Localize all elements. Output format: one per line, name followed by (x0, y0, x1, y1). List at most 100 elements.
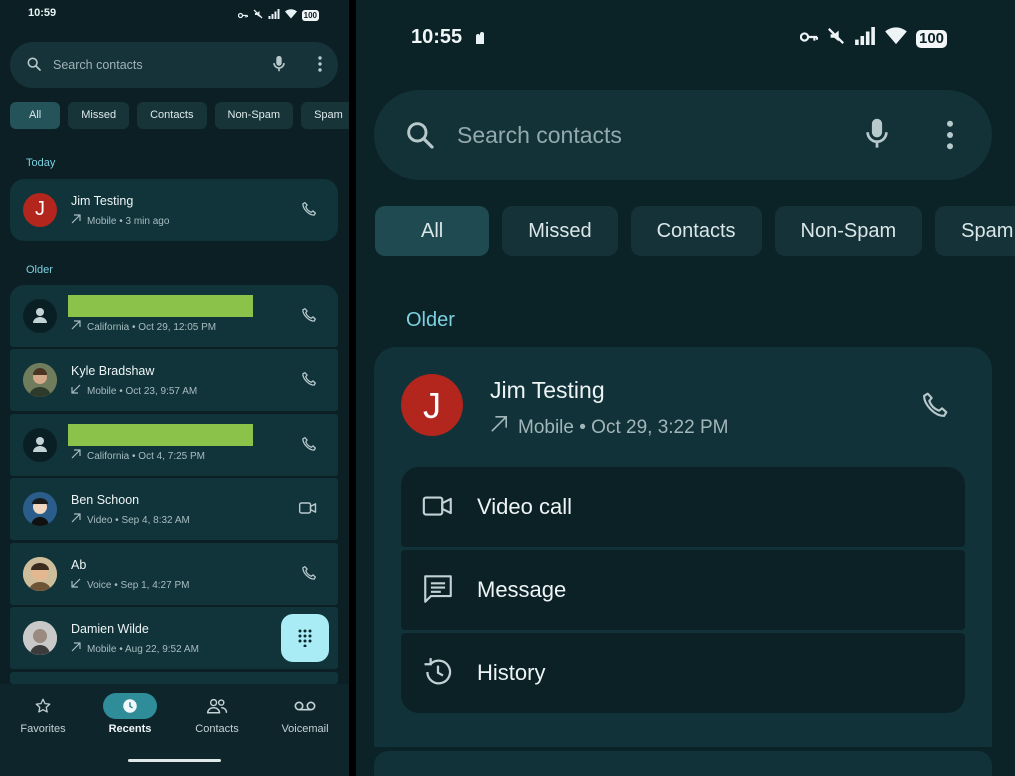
avatar (23, 621, 57, 655)
chip-spam[interactable]: Spam (301, 102, 349, 129)
call-detail: Mobile • Oct 29, 3:22 PM (518, 417, 729, 438)
contacts-icon (206, 698, 228, 714)
search-bar[interactable]: Search contacts (10, 42, 338, 88)
avatar (23, 363, 57, 397)
contact-name: Jim Testing (490, 377, 605, 403)
notification-icon (474, 31, 486, 50)
chip-missed[interactable]: Missed (68, 102, 130, 129)
call-detail: Video • Sep 4, 8:32 AM (87, 515, 190, 526)
contact-name: Ab (71, 558, 87, 572)
chip-spam[interactable]: Spam (935, 206, 1015, 256)
left-screen: 10:59 100 Search contacts All Missed Con… (0, 0, 349, 776)
call-row[interactable]: Ab Voice • Sep 1, 4:27 PM (10, 543, 338, 605)
battery-indicator: 100 (916, 29, 948, 48)
avatar (23, 428, 57, 462)
search-input[interactable]: Search contacts (53, 58, 143, 72)
phone-icon[interactable] (300, 370, 318, 393)
phone-icon[interactable] (300, 200, 318, 223)
outgoing-call-icon (71, 320, 83, 333)
redacted-name (68, 424, 253, 446)
right-screen: 10:55 100 Search contacts All Missed Con… (356, 0, 1015, 776)
status-time: 10:55 (411, 26, 463, 48)
call-detail: Mobile • Aug 22, 9:52 AM (87, 644, 199, 655)
section-older: Older (26, 264, 53, 276)
outgoing-call-icon (71, 513, 83, 526)
outgoing-call-icon (71, 214, 83, 227)
chip-contacts[interactable]: Contacts (630, 206, 762, 256)
chip-contacts[interactable]: Contacts (137, 102, 207, 129)
voicemail-icon (294, 701, 316, 711)
nav-contacts[interactable]: Contacts (174, 684, 260, 735)
video-icon[interactable] (298, 499, 318, 522)
mic-icon[interactable] (864, 117, 890, 156)
call-detail: Mobile • Oct 23, 9:57 AM (87, 386, 198, 397)
status-time: 10:59 (28, 7, 57, 19)
signal-icon (854, 27, 876, 50)
message-option[interactable]: Message (401, 550, 965, 630)
phone-icon[interactable] (300, 564, 318, 587)
signal-icon (268, 6, 280, 24)
section-older: Older (406, 309, 455, 331)
nav-favorites[interactable]: Favorites (0, 684, 86, 735)
call-detail: California • Oct 29, 12:05 PM (87, 322, 217, 333)
call-row[interactable]: J Jim Testing Mobile • 3 min ago (10, 179, 338, 241)
phone-icon[interactable] (919, 389, 951, 426)
person-icon (33, 308, 47, 323)
more-options-icon[interactable] (946, 120, 954, 155)
chip-missed[interactable]: Missed (502, 206, 618, 256)
call-detail: Mobile • 3 min ago (87, 216, 170, 227)
call-row[interactable]: California • Oct 4, 7:25 PM (10, 414, 338, 476)
wifi-icon (885, 27, 907, 50)
chip-non-spam[interactable]: Non-Spam (214, 102, 294, 129)
nav-recents[interactable]: Recents (87, 684, 173, 735)
avatar (23, 492, 57, 526)
call-row[interactable]: California • Oct 29, 12:05 PM (10, 285, 338, 347)
search-icon (404, 119, 436, 156)
phone-icon[interactable] (300, 435, 318, 458)
call-detail: Voice • Sep 1, 4:27 PM (87, 580, 190, 591)
incoming-call-icon (71, 578, 83, 591)
home-indicator[interactable] (128, 759, 221, 762)
history-option[interactable]: History (401, 633, 965, 713)
person-icon (33, 437, 47, 452)
avatar: J (401, 374, 463, 436)
clock-icon (123, 699, 137, 713)
section-today: Today (26, 157, 56, 169)
call-row[interactable]: Ben Schoon Video • Sep 4, 8:32 AM (10, 478, 338, 540)
nav-voicemail[interactable]: Voicemail (262, 684, 348, 735)
history-icon (421, 655, 455, 694)
chip-all[interactable]: All (375, 206, 490, 256)
outgoing-call-icon (71, 642, 83, 655)
chip-non-spam[interactable]: Non-Spam (774, 206, 923, 256)
search-input[interactable]: Search contacts (457, 122, 622, 149)
search-icon (26, 56, 42, 77)
search-bar[interactable]: Search contacts (374, 90, 992, 180)
message-icon (421, 572, 455, 611)
chip-all[interactable]: All (10, 102, 61, 129)
status-bar: 10:59 100 (0, 0, 349, 28)
call-row[interactable] (374, 751, 992, 776)
star-icon (35, 698, 51, 713)
dialpad-button[interactable] (281, 614, 329, 662)
outgoing-call-icon (490, 415, 508, 439)
incoming-call-icon (71, 384, 83, 397)
filter-chips: All Missed Contacts Non-Spam Spam (375, 206, 1015, 256)
avatar (23, 557, 57, 591)
outgoing-call-icon (71, 449, 83, 462)
mute-icon (253, 6, 263, 24)
dialpad-icon (297, 629, 313, 652)
video-icon (421, 489, 455, 528)
contact-name: Jim Testing (71, 194, 134, 208)
contact-name: Ben Schoon (71, 493, 140, 507)
call-row[interactable]: Kyle Bradshaw Mobile • Oct 23, 9:57 AM (10, 349, 338, 411)
expanded-call-card: J Jim Testing Mobile • Oct 29, 3:22 PM V… (374, 347, 992, 747)
avatar (23, 299, 57, 333)
mic-icon[interactable] (272, 55, 286, 78)
video-call-option[interactable]: Video call (401, 467, 965, 547)
more-options-icon[interactable] (318, 56, 322, 77)
avatar: J (23, 193, 57, 227)
redacted-name (68, 295, 253, 317)
filter-chips: All Missed Contacts Non-Spam Spam (10, 102, 349, 129)
bottom-navigation: Favorites Recents Contacts Voicemail (0, 684, 349, 776)
phone-icon[interactable] (300, 306, 318, 329)
